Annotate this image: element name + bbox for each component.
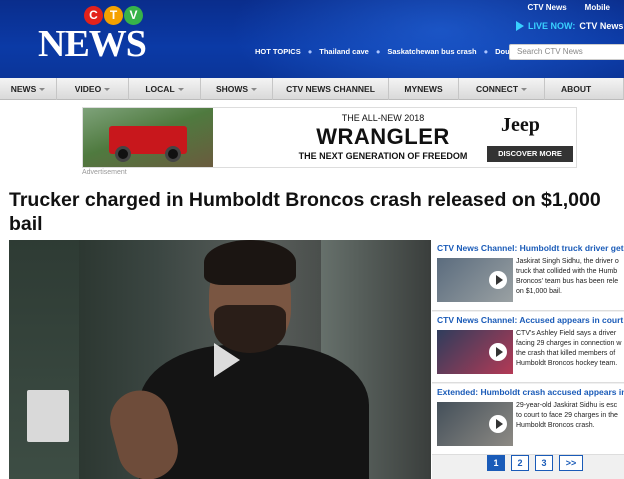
related-video-desc: Jaskirat Singh Sidhu, the driver o truck… (516, 257, 624, 297)
desc-line: Broncos' team bus has been rele (516, 278, 619, 285)
nav-label: LOCAL (145, 84, 175, 94)
nav-item-local[interactable]: LOCAL (129, 78, 201, 100)
page-1-button[interactable]: 1 (487, 455, 505, 471)
desc-line: Jaskirat Singh Sidhu, the driver o (516, 258, 619, 265)
video-person-hair (204, 240, 296, 285)
desc-line: Humboldt Broncos crash. (516, 422, 595, 429)
search-input[interactable]: Search CTV News (509, 44, 624, 60)
chevron-down-icon (177, 87, 184, 91)
related-video-title[interactable]: CTV News Channel: Accused appears in cou… (437, 315, 624, 325)
hot-topic-link[interactable]: Thailand cave (319, 47, 369, 56)
video-player[interactable] (9, 240, 431, 479)
chevron-down-icon (39, 87, 46, 91)
related-videos: CTV News Channel: Humboldt truck driver … (432, 240, 624, 479)
play-icon (489, 271, 507, 289)
mobile-link[interactable]: Mobile (585, 3, 610, 12)
chevron-down-icon (251, 87, 258, 91)
nav-item-about[interactable]: ABOUT (545, 78, 624, 100)
ad-photo (83, 108, 213, 167)
nav-item-ctv-news-channel[interactable]: CTV NEWS CHANNEL (273, 78, 389, 100)
video-bg-door (9, 240, 79, 479)
live-now-label: LIVE NOW: (528, 21, 576, 31)
bullet-icon: ● (375, 47, 381, 56)
related-video-title[interactable]: Extended: Humboldt crash accused appears… (437, 387, 624, 397)
next-page-button[interactable]: >> (559, 455, 583, 471)
logo-news: NEWS (38, 23, 147, 65)
related-video-item[interactable]: CTV News Channel: Humboldt truck driver … (432, 240, 624, 311)
live-play-icon (516, 21, 524, 31)
related-video-title[interactable]: CTV News Channel: Humboldt truck driver … (437, 243, 624, 253)
page-2-button[interactable]: 2 (511, 455, 529, 471)
ad-line1: THE ALL-NEW 2018 (341, 113, 425, 123)
related-video-desc: 29-year-old Jaskirat Sidhu is esc to cou… (516, 401, 624, 431)
jeep-ad-banner[interactable]: THE ALL-NEW 2018 WRANGLER THE NEXT GENER… (82, 107, 577, 168)
related-video-desc: CTV's Ashley Field says a driver facing … (516, 329, 624, 369)
bullet-icon: ● (483, 47, 489, 56)
desc-line: CTV's Ashley Field says a driver (516, 330, 617, 337)
article-headline: Trucker charged in Humboldt Broncos cras… (9, 189, 601, 235)
top-links: CTV News Mobile (528, 3, 610, 12)
bullet-icon: ● (307, 47, 313, 56)
related-video-item[interactable]: CTV News Channel: Accused appears in cou… (432, 312, 624, 383)
nav-label: CTV NEWS CHANNEL (286, 84, 375, 94)
nav-item-video[interactable]: VIDEO (57, 78, 129, 100)
nav-item-mynews[interactable]: MYNEWS (389, 78, 459, 100)
ctv-news-logo[interactable]: C T V NEWS (38, 6, 158, 70)
main-nav: NEWS VIDEO LOCAL SHOWS CTV NEWS CHANNEL … (0, 78, 624, 100)
nav-label: CONNECT (475, 84, 519, 94)
ad-line3: THE NEXT GENERATION OF FREEDOM (298, 151, 468, 161)
nav-item-connect[interactable]: CONNECT (459, 78, 545, 100)
chevron-down-icon (104, 87, 111, 91)
related-video-item[interactable]: Extended: Humboldt crash accused appears… (432, 384, 624, 455)
ad-line2: WRANGLER (316, 124, 450, 149)
pagination: 1 2 3 >> (487, 455, 583, 471)
advertisement-label: Advertisement (82, 169, 127, 176)
live-now-text: CTV News C (579, 21, 624, 31)
nav-label: VIDEO (74, 84, 102, 94)
jeep-image (109, 126, 187, 162)
play-icon (489, 343, 507, 361)
nav-label: SHOWS (215, 84, 249, 94)
desc-line: Humboldt Broncos hockey team. (516, 360, 618, 367)
live-now[interactable]: LIVE NOW: CTV News C (516, 21, 624, 31)
ctv-news-link[interactable]: CTV News (528, 3, 567, 12)
desc-line: truck that collided with the Humb (516, 268, 618, 275)
video-thumbnail[interactable] (437, 330, 513, 374)
page-3-button[interactable]: 3 (535, 455, 553, 471)
hot-topic-link[interactable]: Saskatchewan bus crash (387, 47, 476, 56)
desc-line: on $1,000 bail. (516, 288, 562, 295)
video-thumbnail[interactable] (437, 402, 513, 446)
nav-label: NEWS (10, 84, 37, 94)
chevron-down-icon (521, 87, 528, 91)
discover-more-button[interactable]: DISCOVER MORE (487, 146, 573, 162)
hot-topics: HOT TOPICS ● Thailand cave ● Saskatchewa… (255, 47, 533, 56)
video-thumbnail[interactable] (437, 258, 513, 302)
play-icon (489, 415, 507, 433)
nav-item-news[interactable]: NEWS (0, 78, 57, 100)
play-icon[interactable] (214, 343, 240, 377)
site-header: C T V NEWS CTV News Mobile LIVE NOW: CTV… (0, 0, 624, 78)
desc-line: the crash that killed members of (516, 350, 616, 357)
video-bg-sign (27, 390, 69, 442)
nav-label: MYNEWS (404, 84, 443, 94)
nav-item-shows[interactable]: SHOWS (201, 78, 273, 100)
hot-topics-label: HOT TOPICS (255, 47, 301, 56)
desc-line: facing 29 charges in connection w (516, 340, 622, 347)
desc-line: 29-year-old Jaskirat Sidhu is esc (516, 402, 618, 409)
desc-line: to court to face 29 charges in the (516, 412, 618, 419)
jeep-logo: Jeep (501, 114, 540, 136)
nav-label: ABOUT (561, 84, 592, 94)
